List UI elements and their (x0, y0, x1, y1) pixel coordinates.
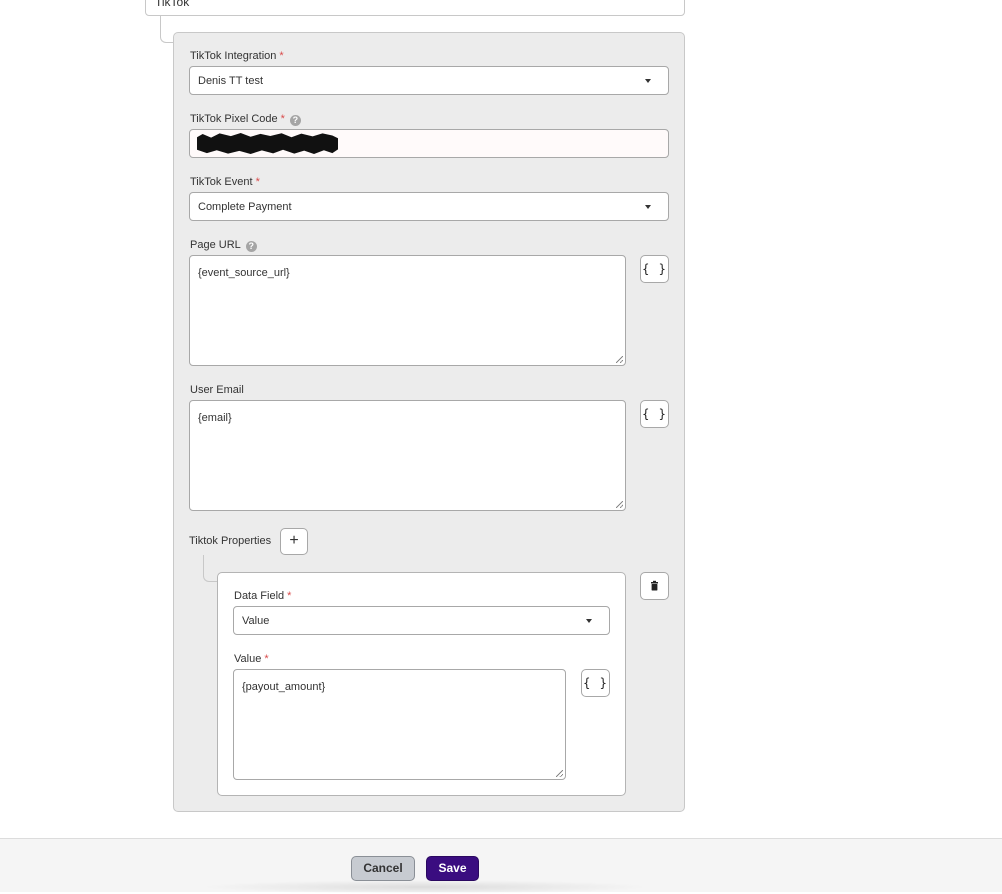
resize-handle-icon[interactable] (616, 501, 623, 508)
user-email-textarea[interactable]: {email} (189, 400, 626, 511)
event-select-value: Complete Payment (198, 201, 292, 213)
user-email-label: User Email (190, 384, 244, 396)
integration-select-value: Denis TT test (198, 75, 264, 87)
page-url-value: {event_source_url} (198, 267, 290, 279)
value-textarea[interactable]: {payout_amount} (233, 669, 566, 780)
value-text: {payout_amount} (242, 681, 326, 693)
platform-select-value: TikTok (155, 0, 190, 9)
trash-icon (651, 580, 658, 591)
insert-variable-button[interactable]: { } (640, 400, 669, 428)
save-button[interactable]: Save (426, 856, 479, 881)
event-select[interactable]: Complete Payment (189, 192, 669, 221)
insert-variable-button[interactable]: { } (640, 255, 669, 283)
tree-connector (203, 555, 218, 582)
resize-handle-icon[interactable] (616, 356, 623, 363)
question-circle-icon[interactable]: ? (289, 115, 301, 126)
data-field-select-value: Value (242, 615, 270, 627)
insert-variable-button[interactable]: { } (581, 669, 610, 697)
data-field-select[interactable]: Value (233, 606, 610, 635)
page-url-textarea[interactable]: {event_source_url} (189, 255, 626, 366)
integration-select[interactable]: Denis TT test (189, 66, 669, 95)
chevron-down-icon (586, 619, 592, 623)
integration-label: TikTok Integration * (190, 50, 284, 62)
value-label: Value * (234, 653, 269, 665)
properties-label: Tiktok Properties (189, 535, 272, 547)
tree-connector (160, 16, 174, 43)
add-property-button[interactable]: + (280, 528, 308, 555)
event-label: TikTok Event * (190, 176, 260, 188)
question-circle-icon[interactable]: ? (245, 241, 257, 252)
chevron-down-icon (645, 205, 651, 209)
data-field-label: Data Field * (234, 590, 292, 602)
pixel-code-label: TikTok Pixel Code *? (190, 113, 301, 126)
platform-select[interactable]: TikTok (145, 0, 685, 16)
chevron-down-icon (645, 79, 651, 83)
resize-handle-icon[interactable] (556, 770, 563, 777)
user-email-value: {email} (198, 412, 232, 424)
delete-property-button[interactable] (640, 572, 669, 600)
page-url-label: Page URL? (190, 239, 257, 252)
cancel-button[interactable]: Cancel (351, 856, 415, 881)
